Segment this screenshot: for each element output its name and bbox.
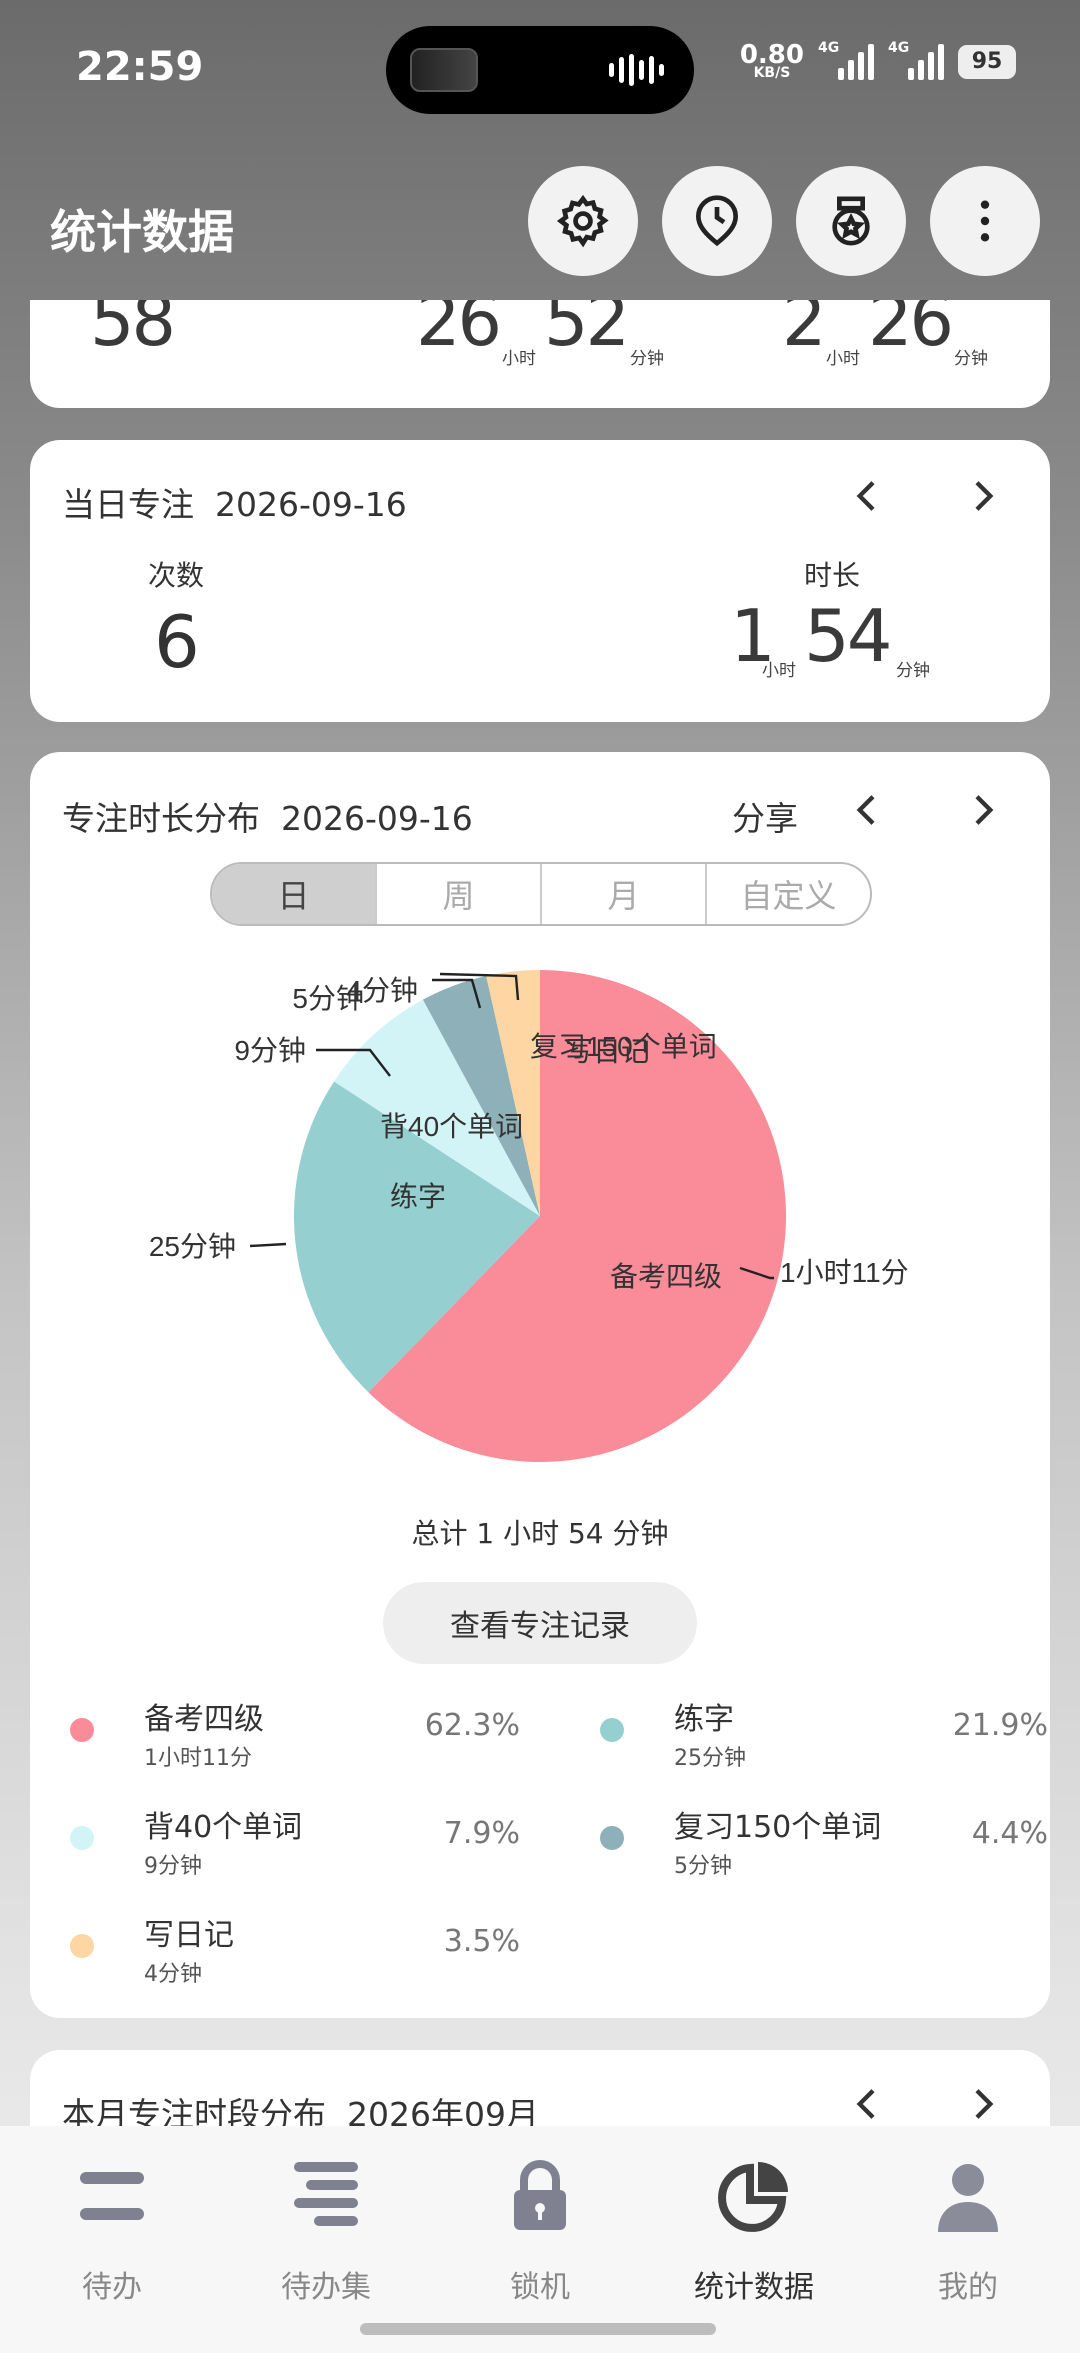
net-speed: 0.80 KB/S [739, 40, 804, 81]
summary-card: 58 26 小时 52 分钟 2 小时 26 分钟 [30, 300, 1050, 408]
legend-name: 备考四级 [144, 1702, 264, 1737]
distribution-card: 专注时长分布 2026-09-16 分享 日 周 月 自定义 备考四级 1小时11… [30, 752, 1050, 2018]
legend-duration: 1小时11分 [144, 1746, 252, 1771]
legend-duration: 25分钟 [674, 1746, 746, 1771]
total-duration: 总计 1 小时 54 分钟 [411, 1517, 669, 1550]
chevron-left-icon [856, 2089, 875, 2119]
settings-button[interactable] [528, 166, 638, 276]
pie-value-label-4: 4分钟 [346, 975, 418, 1006]
nav-profile[interactable]: 我的 [860, 2146, 1076, 2305]
legend-name: 背40个单词 [144, 1810, 303, 1845]
status-icons: 0.80 KB/S 4G 4G 95 [739, 40, 1016, 81]
home-indicator [360, 2323, 716, 2335]
media-thumbnail [410, 48, 478, 92]
history-button[interactable] [662, 166, 772, 276]
todo-collection-icon [294, 2162, 358, 2226]
dynamic-island[interactable] [386, 26, 694, 114]
chevron-right-icon [975, 2089, 994, 2119]
legend-color-dot [70, 1718, 94, 1742]
daily-count-value: 6 [154, 600, 200, 684]
legend-percent: 7.9% [443, 1816, 520, 1851]
summary-count: 58 [90, 300, 176, 362]
legend-color-dot [600, 1718, 624, 1742]
pie-value-label-0: 1小时11分 [780, 1257, 909, 1288]
legend-duration: 4分钟 [144, 1962, 202, 1987]
daily-next-button[interactable] [962, 476, 1002, 516]
signal-icon-2: 4G [888, 40, 944, 80]
chevron-right-icon [975, 481, 994, 511]
badge-icon [832, 196, 870, 246]
summary-avg-hours-unit: 小时 [826, 349, 860, 369]
daily-prev-button[interactable] [848, 476, 888, 516]
lock-icon [514, 2160, 566, 2230]
legend-percent: 3.5% [443, 1924, 520, 1959]
legend-name: 写日记 [144, 1918, 234, 1953]
pie-category-label-0: 备考四级 [610, 1261, 722, 1292]
pie-value-label-1: 25分钟 [149, 1231, 236, 1262]
summary-avg-minutes-unit: 分钟 [954, 349, 988, 369]
legend-percent: 62.3% [424, 1708, 520, 1743]
legend-name: 复习150个单词 [674, 1810, 882, 1845]
legend-color-dot [70, 1826, 94, 1850]
legend-name: 练字 [674, 1702, 734, 1737]
legend-percent: 4.4% [971, 1816, 1048, 1851]
status-bar: 22:59 0.80 KB/S 4G 4G 95 [0, 0, 1080, 130]
summary-avg-minutes: 26 [868, 300, 954, 362]
summary-avg-hours: 2 [782, 300, 827, 362]
page-title: 统计数据 [50, 205, 234, 259]
clock-pin-icon [695, 195, 739, 247]
battery-indicator: 95 [958, 45, 1016, 79]
legend-color-dot [70, 1934, 94, 1958]
pie-value-label-2: 9分钟 [234, 1035, 306, 1066]
status-time: 22:59 [76, 44, 204, 90]
daily-duration-label: 时长 [804, 559, 861, 592]
summary-total-minutes: 52 [544, 300, 630, 362]
more-icon [980, 200, 990, 242]
pie-category-label-4: 写日记 [565, 1036, 649, 1067]
summary-total-minutes-unit: 分钟 [630, 349, 664, 369]
achievements-button[interactable] [796, 166, 906, 276]
daily-duration-minutes: 54 [804, 594, 893, 678]
daily-duration-hours-unit: 小时 [762, 661, 796, 681]
pie-category-label-1: 练字 [390, 1181, 446, 1212]
bottom-nav: 待办 待办集 锁机 统计数据 我的 [0, 2126, 1080, 2353]
signal-icon-1: 4G [818, 40, 874, 80]
nav-statistics[interactable]: 统计数据 [646, 2146, 862, 2305]
view-records-button[interactable]: 查看专注记录 [383, 1582, 697, 1664]
pie-chart: 备考四级 1小时11分练字25分钟背40个单词9分钟 复习150个单词5分钟写日记4… [149, 970, 909, 1462]
pie-chart-icon [718, 2162, 788, 2232]
legend-duration: 5分钟 [674, 1854, 732, 1879]
more-button[interactable] [930, 166, 1040, 276]
summary-total-hours-unit: 小时 [502, 349, 536, 369]
daily-title: 当日专注 2026-09-16 [62, 485, 407, 524]
pie-category-label-2: 背40个单词 [380, 1111, 523, 1142]
daily-count-label: 次数 [148, 559, 205, 592]
legend-duration: 9分钟 [144, 1854, 202, 1879]
chevron-left-icon [856, 481, 875, 511]
nav-todo-collection[interactable]: 待办集 [218, 2146, 434, 2305]
settings-icon [556, 194, 609, 248]
legend-color-dot [600, 1826, 624, 1850]
monthly-next-button[interactable] [962, 2084, 1002, 2124]
summary-total-hours: 26 [416, 300, 502, 362]
user-icon [938, 2164, 998, 2232]
audio-wave-icon [609, 54, 664, 86]
nav-todo[interactable]: 待办 [4, 2146, 220, 2305]
daily-duration-minutes-unit: 分钟 [896, 661, 930, 681]
pie-leader-line-1 [249, 1242, 287, 1248]
legend-percent: 21.9% [952, 1708, 1048, 1743]
nav-lock[interactable]: 锁机 [432, 2146, 648, 2305]
todo-list-icon [80, 2172, 144, 2220]
monthly-prev-button[interactable] [848, 2084, 888, 2124]
daily-focus-card: 当日专注 2026-09-16 次数 6 时长 1 小时 54 分钟 [30, 440, 1050, 722]
